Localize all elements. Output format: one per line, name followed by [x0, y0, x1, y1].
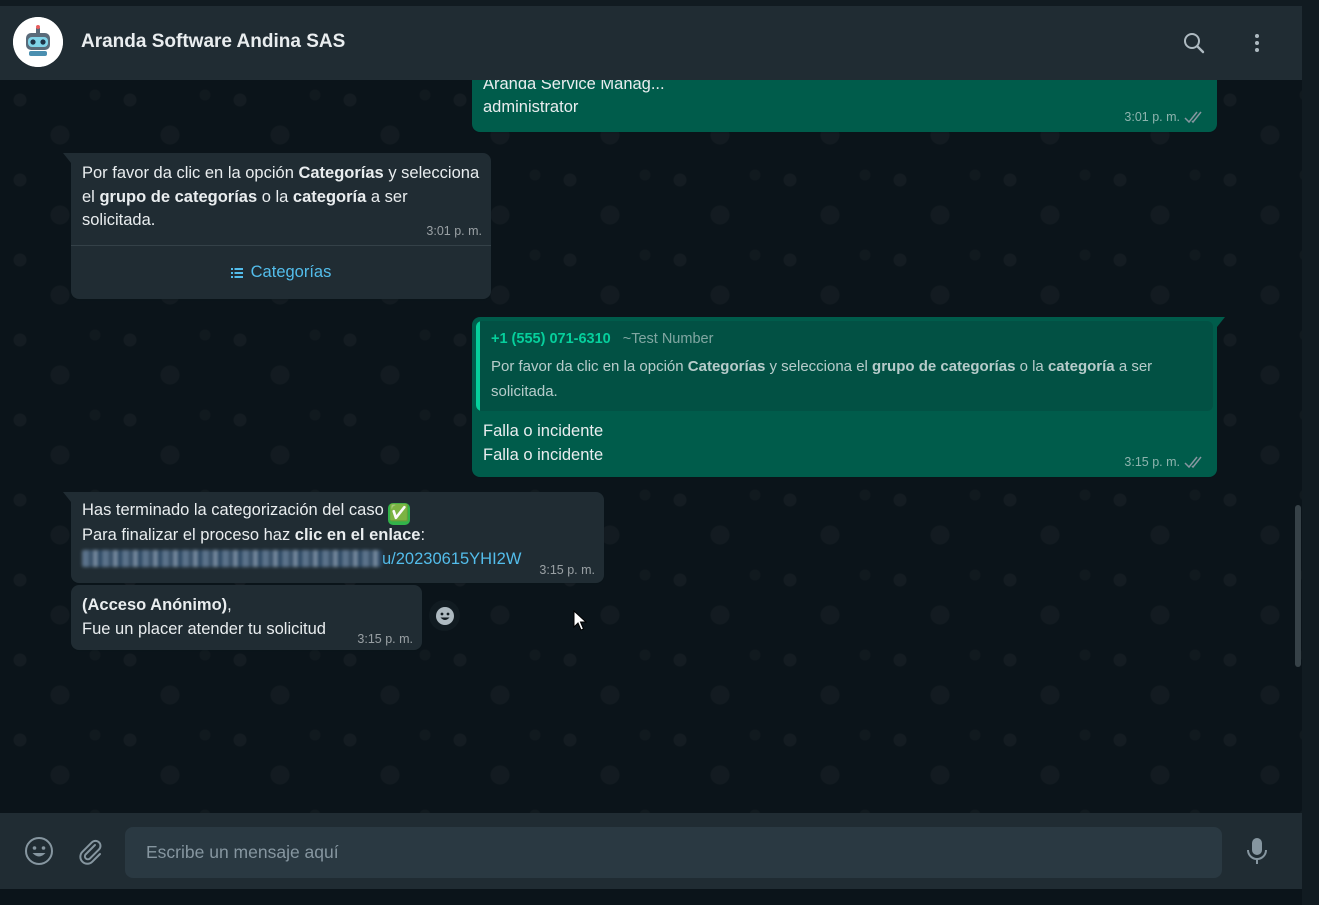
emoji-icon	[25, 837, 53, 865]
message-line: Falla o incidente	[483, 422, 604, 440]
message-line: Falla o incidente	[483, 446, 604, 464]
text-segment: Para finalizar el proceso haz	[82, 526, 295, 544]
message-meta: 3:15 p. m.	[1124, 451, 1206, 475]
text-bold: Categorías	[687, 358, 766, 375]
kebab-menu-icon	[1255, 34, 1259, 52]
avatar[interactable]	[13, 17, 63, 67]
message-line: (Acceso Anónimo),	[82, 594, 232, 618]
text-segment: ,	[227, 596, 232, 614]
text-bold: categoría	[1047, 358, 1115, 375]
window-right-edge	[1302, 0, 1319, 905]
text-bold: grupo de categorías	[872, 358, 1016, 375]
text-segment: y selecciona el	[765, 358, 873, 375]
message-input[interactable]	[125, 827, 1222, 878]
redacted-url	[82, 550, 382, 567]
message-line: administrator	[483, 98, 579, 116]
voice-message-button[interactable]	[1238, 832, 1276, 870]
message-time: 3:15 p. m.	[357, 632, 413, 646]
text-segment: o la	[1015, 358, 1048, 375]
search-button[interactable]	[1176, 25, 1212, 61]
message-line: Fue un placer atender tu solicitud	[82, 620, 326, 638]
message-meta: 3:01 p. m.	[1124, 106, 1206, 130]
attach-icon	[79, 839, 102, 865]
text-bold: (Acceso Anónimo)	[82, 596, 228, 614]
emoji-react-icon	[435, 606, 454, 625]
text-segment: Por favor da clic en la opción	[491, 358, 688, 375]
bubble-tail-icon	[63, 492, 71, 502]
message-time: 3:01 p. m.	[426, 224, 482, 238]
quote-accent-bar	[476, 321, 480, 411]
text-bold: categoría	[292, 187, 367, 206]
bubble-tail-icon	[1217, 317, 1225, 327]
text-bold: Categorías	[298, 164, 384, 182]
attach-button[interactable]	[71, 832, 109, 870]
react-button[interactable]	[429, 600, 460, 631]
text-segment: o la	[257, 187, 293, 206]
chat-header: Aranda Software Andina SAS	[0, 6, 1302, 80]
message-meta: 3:15 p. m.	[357, 628, 413, 652]
categorias-list-button[interactable]: Categorías	[71, 245, 491, 300]
message-meta: 3:15 p. m.	[539, 559, 595, 583]
check-mark-emoji: ✅	[388, 503, 411, 525]
mic-icon	[1247, 838, 1267, 864]
incoming-message[interactable]: Has terminado la categorización del caso…	[63, 492, 604, 583]
message-line: Para finalizar el proceso haz clic en el…	[82, 524, 425, 548]
case-link[interactable]: u/20230615YHI2W	[82, 548, 521, 572]
double-check-icon	[1184, 456, 1202, 469]
incoming-message[interactable]: Por favor da clic en la opción Categoría…	[63, 153, 491, 300]
list-button-label: Categorías	[250, 263, 332, 282]
search-icon	[1184, 33, 1205, 54]
emoji-button[interactable]	[20, 832, 58, 870]
text-segment: Has terminado la categorización del caso	[82, 501, 389, 519]
text-segment: Por favor da clic en la opción	[82, 164, 299, 182]
link-text: u/20230615YHI2W	[382, 550, 522, 568]
chat-window: Aranda Software Andina SAS Aranda Servic…	[0, 6, 1302, 905]
text-bold: clic en el enlace	[294, 526, 421, 544]
message-line: Has terminado la categorización del caso…	[82, 499, 411, 525]
mouse-cursor-icon	[573, 610, 587, 631]
bubble-tail-icon	[63, 153, 71, 163]
quoted-message[interactable]: +1 (555) 071-6310 ~Test Number Por favor…	[476, 321, 1213, 411]
quote-sender-name: ~Test Number	[622, 331, 714, 347]
message-time: 3:01 p. m.	[1124, 109, 1180, 124]
text-segment: :	[420, 526, 426, 544]
message-time: 3:15 p. m.	[1124, 454, 1180, 469]
incoming-message[interactable]: (Acceso Anónimo), Fue un placer atender …	[71, 585, 422, 650]
list-icon	[230, 268, 243, 278]
composer-bar	[0, 813, 1302, 889]
double-check-icon	[1184, 111, 1202, 124]
scrollbar-thumb[interactable]	[1295, 505, 1301, 667]
message-time: 3:15 p. m.	[539, 563, 595, 577]
message-meta: 3:01 p. m.	[426, 220, 482, 244]
message-text: Por favor da clic en la opción Categoría…	[82, 162, 482, 233]
robot-avatar-icon	[13, 17, 63, 67]
conversation-panel[interactable]: Aranda Service Manag... administrator 3:…	[0, 80, 1302, 813]
contact-name[interactable]: Aranda Software Andina SAS	[81, 31, 345, 53]
message-line: Aranda Service Manag...	[483, 80, 665, 93]
quote-text: Por favor da clic en la opción Categoría…	[491, 354, 1196, 404]
quote-sender: +1 (555) 071-6310	[491, 331, 611, 347]
quote-header: +1 (555) 071-6310 ~Test Number	[491, 329, 713, 349]
outgoing-message[interactable]: Aranda Service Manag... administrator 3:…	[472, 80, 1217, 132]
menu-button[interactable]	[1239, 25, 1275, 61]
outgoing-message-reply[interactable]: +1 (555) 071-6310 ~Test Number Por favor…	[472, 317, 1225, 477]
text-bold: grupo de categorías	[99, 187, 258, 206]
